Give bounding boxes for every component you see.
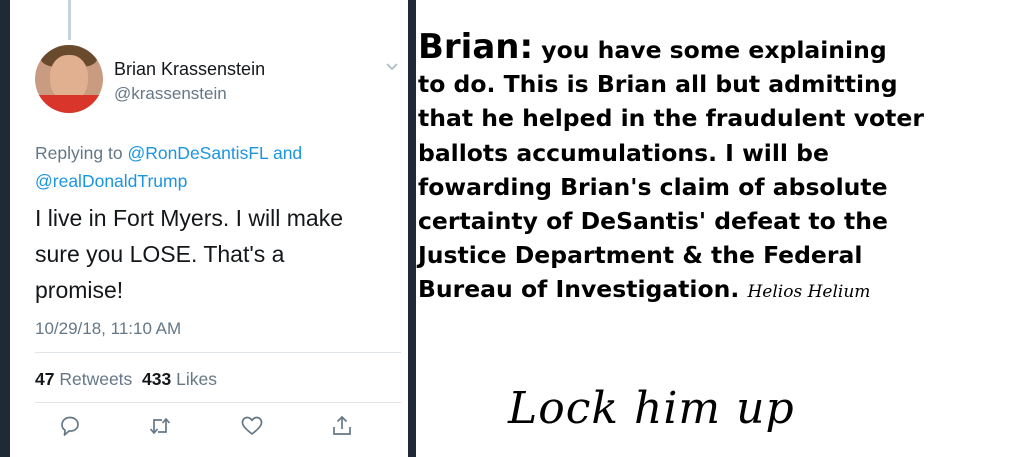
commentary-line: Bureau of Investigation. Helios Helium bbox=[418, 275, 871, 304]
commentary-line: to do. This is Brian all but admitting bbox=[418, 70, 898, 99]
tweet-body-line: sure you LOSE. That's a bbox=[35, 241, 285, 267]
likes-label[interactable]: Likes bbox=[176, 369, 217, 389]
chevron-down-icon[interactable] bbox=[385, 62, 399, 72]
likes-count[interactable]: 433 bbox=[142, 369, 171, 389]
retweets-label[interactable]: Retweets bbox=[59, 369, 132, 389]
divider bbox=[35, 352, 401, 353]
share-icon[interactable] bbox=[330, 414, 354, 438]
commentary-line: that he helped in the fraudulent voter bbox=[418, 104, 924, 133]
commentary-line: fowarding Brian's claim of absolute bbox=[418, 172, 888, 201]
tweet-card: Brian Krassenstein @krassenstein Replyin… bbox=[10, 0, 408, 457]
thread-connector-line bbox=[68, 0, 71, 40]
signature: Helios Helium bbox=[747, 282, 871, 303]
lock-him-up-caption: Lock him up bbox=[508, 383, 795, 434]
divider-frame-bar bbox=[408, 0, 416, 457]
divider bbox=[35, 402, 401, 403]
mention-and: and bbox=[272, 143, 303, 163]
retweet-icon[interactable] bbox=[148, 414, 172, 438]
commentary-panel: Brian: you have some explaining to do. T… bbox=[416, 0, 1024, 457]
mention-link-desantis[interactable]: @RonDeSantisFL bbox=[127, 143, 268, 163]
commentary-line: ballots accumulations. I will be bbox=[418, 138, 829, 167]
replying-to: Replying to @RonDeSantisFL and @realDona… bbox=[35, 139, 395, 195]
commentary-line: certainty of DeSantis' defeat to the bbox=[418, 207, 888, 236]
commentary-text: Brian: you have some explaining to do. T… bbox=[418, 30, 1024, 310]
tweet-stats: 47 Retweets 433 Likes bbox=[35, 369, 217, 390]
tweet-timestamp[interactable]: 10/29/18, 11:10 AM bbox=[35, 319, 181, 339]
tweet-body-line: promise! bbox=[35, 277, 124, 303]
tweet-body-line: I live in Fort Myers. I will make bbox=[35, 205, 343, 231]
mention-link-trump[interactable]: @realDonaldTrump bbox=[35, 171, 187, 191]
avatar[interactable] bbox=[35, 45, 103, 113]
author-handle[interactable]: @krassenstein bbox=[114, 84, 227, 104]
avatar-shirt bbox=[35, 95, 103, 113]
tweet-body: I live in Fort Myers. I will make sure y… bbox=[35, 200, 405, 308]
like-icon[interactable] bbox=[240, 414, 264, 438]
replying-prefix: Replying to bbox=[35, 143, 123, 163]
commentary-line: Justice Department & the Federal bbox=[418, 241, 863, 270]
author-name[interactable]: Brian Krassenstein bbox=[114, 59, 265, 80]
left-frame-bar bbox=[0, 0, 10, 457]
retweets-count[interactable]: 47 bbox=[35, 369, 54, 389]
commentary-lead: Brian: bbox=[418, 27, 534, 67]
commentary-line: Brian: you have some explaining bbox=[418, 27, 887, 67]
reply-icon[interactable] bbox=[58, 414, 82, 438]
